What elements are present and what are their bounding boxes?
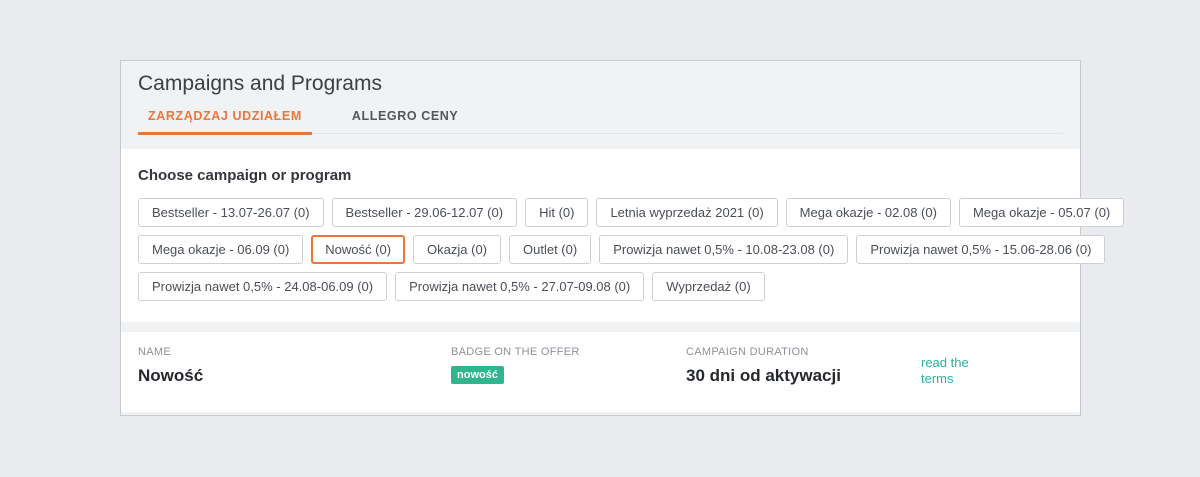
- campaign-chip-prowizja-nawet-0-5-27-07-09-08-0[interactable]: Prowizja nawet 0,5% - 27.07-09.08 (0): [395, 272, 645, 301]
- campaign-chip-mega-okazje-05-07-0[interactable]: Mega okazje - 05.07 (0): [958, 198, 1125, 227]
- campaigns-card: Campaigns and Programs ZARZĄDZAJ UDZIAŁE…: [120, 60, 1125, 416]
- campaign-chip-rows: Bestseller - 13.07-26.07 (0) Bestseller -…: [138, 198, 1125, 301]
- badge-label: BADGE ON THE OFFER: [451, 346, 580, 358]
- campaign-chip-mega-okazje-02-08-0[interactable]: Mega okazje - 02.08 (0): [785, 198, 951, 227]
- card-header: Campaigns and Programs ZARZĄDZAJ UDZIAŁE…: [121, 61, 1080, 135]
- detail-name-column: NAME Nowość: [138, 346, 451, 386]
- campaign-chip-bestseller-13-07-26-07-0[interactable]: Bestseller - 13.07-26.07 (0): [138, 198, 324, 227]
- campaign-chip-outlet-0[interactable]: Outlet (0): [509, 235, 592, 264]
- campaign-chip-wyprzeda-0[interactable]: Wyprzedaż (0): [652, 272, 765, 301]
- tabs: ZARZĄDZAJ UDZIAŁEM ALLEGRO CENY: [138, 109, 1063, 135]
- campaign-picker-panel: Choose campaign or program Bestseller - …: [121, 149, 1125, 322]
- campaign-chip-hit-0[interactable]: Hit (0): [525, 198, 589, 227]
- campaign-chip-letnia-wyprzeda-2021-0[interactable]: Letnia wyprzedaż 2021 (0): [596, 198, 778, 227]
- tab-allegro-ceny[interactable]: ALLEGRO CENY: [342, 109, 469, 133]
- campaign-chip-prowizja-nawet-0-5-24-08-06-09-0[interactable]: Prowizja nawet 0,5% - 24.08-06.09 (0): [138, 272, 388, 301]
- campaign-chip-mega-okazje-06-09-0[interactable]: Mega okazje - 06.09 (0): [138, 235, 304, 264]
- tab-zarz-dzaj-udzia-em[interactable]: ZARZĄDZAJ UDZIAŁEM: [138, 109, 312, 135]
- chip-row: Mega okazje - 06.09 (0) Nowość (0) Okazja …: [138, 235, 1106, 264]
- campaign-chip-prowizja-nawet-0-5-10-08-23-08-0[interactable]: Prowizja nawet 0,5% - 10.08-23.08 (0): [599, 235, 849, 264]
- campaign-chip-bestseller-29-06-12-07-0[interactable]: Bestseller - 29.06-12.07 (0): [331, 198, 518, 227]
- offer-badge: nowość: [451, 366, 504, 384]
- chip-row: Bestseller - 13.07-26.07 (0) Bestseller -…: [138, 198, 1125, 227]
- campaign-chip-nowo-0[interactable]: Nowość (0): [311, 235, 406, 264]
- campaign-chip-prowizja-nawet-0-5-15-06-28-06-0[interactable]: Prowizja nawet 0,5% - 15.06-28.06 (0): [856, 235, 1106, 264]
- page-title: Campaigns and Programs: [138, 72, 382, 95]
- campaign-chip-okazja-0[interactable]: Okazja (0): [413, 235, 502, 264]
- detail-badge-column: BADGE ON THE OFFER nowość: [451, 346, 686, 384]
- detail-link-column: read the terms: [921, 346, 985, 387]
- chip-row: Prowizja nawet 0,5% - 24.08-06.09 (0) Pro…: [138, 272, 1063, 301]
- campaign-picker-heading: Choose campaign or program: [138, 167, 352, 184]
- detail-duration-column: CAMPAIGN DURATION 30 dni od aktywacji: [686, 346, 921, 386]
- read-terms-link[interactable]: read the terms: [921, 355, 985, 387]
- duration-label: CAMPAIGN DURATION: [686, 346, 809, 358]
- duration-value: 30 dni od aktywacji: [686, 366, 841, 385]
- name-label: NAME: [138, 346, 171, 358]
- name-value: Nowość: [138, 366, 204, 385]
- campaign-details-panel: NAME Nowość BADGE ON THE OFFER nowość CA…: [121, 332, 1080, 412]
